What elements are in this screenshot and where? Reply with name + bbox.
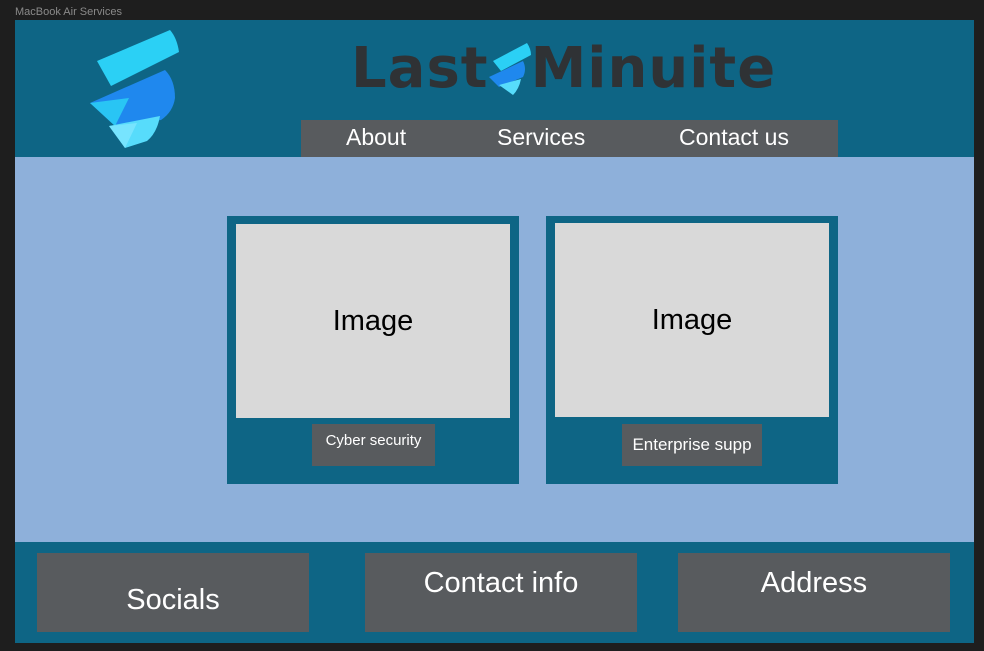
footer-socials[interactable]: Socials	[37, 553, 309, 632]
service-card-cyber-security: Image Cyber security	[227, 216, 519, 484]
image-placeholder: Image	[236, 224, 510, 418]
nav-services[interactable]: Services	[497, 124, 585, 151]
brand-wordmark: Last Minuite	[351, 35, 777, 101]
main-nav: About Services Contact us	[301, 120, 838, 157]
footer-contact-info-label: Contact info	[423, 567, 579, 599]
brand-text-left: Last	[351, 35, 489, 101]
brand-f-mark-icon	[488, 43, 531, 95]
macbook-air-frame: Last Minuite About Services Contact us I…	[15, 20, 974, 643]
card-label-text: Enterprise supp	[632, 435, 752, 454]
frame-label: MacBook Air Services	[15, 6, 122, 18]
brand-text-right: Minuite	[530, 35, 777, 101]
nav-about[interactable]: About	[346, 124, 406, 151]
site-header: Last Minuite About Services Contact us	[15, 20, 974, 157]
service-card-enterprise-support: Image Enterprise supp	[546, 216, 838, 484]
footer-contact-info[interactable]: Contact info	[365, 553, 637, 632]
card-label-button[interactable]: Cyber security	[312, 424, 435, 466]
stacked-f-logo-icon	[90, 30, 179, 148]
card-label-text: Cyber security	[325, 432, 422, 449]
nav-contact-us[interactable]: Contact us	[679, 124, 789, 151]
image-placeholder: Image	[555, 223, 829, 417]
card-label-button[interactable]: Enterprise supp	[622, 424, 762, 466]
footer-address-label: Address	[760, 567, 868, 599]
footer-address[interactable]: Address	[678, 553, 950, 632]
footer-socials-label: Socials	[126, 584, 220, 616]
site-footer: Socials Contact info Address	[15, 542, 974, 643]
